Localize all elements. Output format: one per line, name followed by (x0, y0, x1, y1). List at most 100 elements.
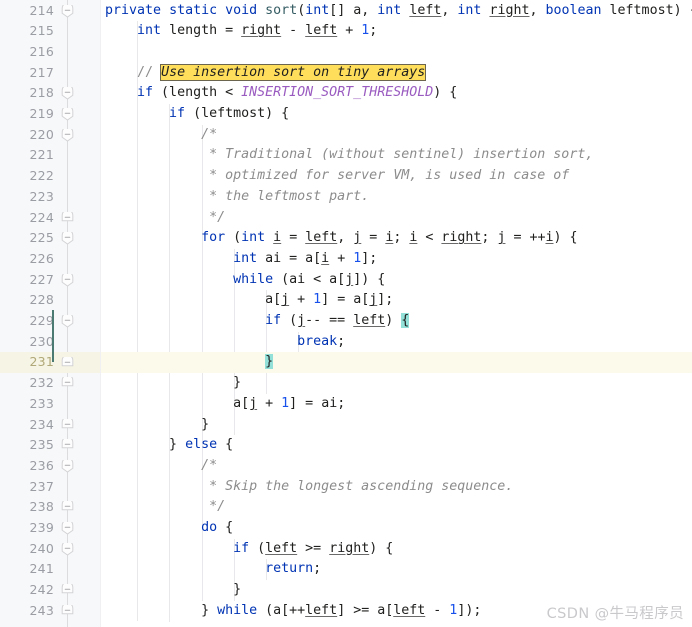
code-line-228[interactable]: a[j + 1] = a[j]; (105, 290, 393, 311)
line-number: 220 (29, 126, 54, 142)
gutter-line-237[interactable]: 237 (0, 477, 101, 498)
line-number: 234 (29, 416, 54, 432)
gutter-line-235[interactable]: 235 (0, 435, 101, 456)
code-line-231[interactable]: } (105, 352, 274, 373)
matching-brace-close: } (265, 354, 274, 370)
fold-collapse-icon[interactable] (61, 108, 74, 121)
gutter-line-222[interactable]: 222 (0, 166, 101, 187)
gutter-line-240[interactable]: 240 (0, 539, 101, 560)
gutter-line-225[interactable]: 225 (0, 228, 101, 249)
gutter-line-214[interactable]: 214 (0, 1, 101, 22)
code-line-223[interactable]: * the leftmost part. (105, 187, 369, 208)
code-line-233[interactable]: a[j + 1] = ai; (105, 394, 345, 415)
line-number: 215 (29, 23, 54, 39)
code-line-215[interactable]: int length = right - left + 1; (105, 21, 377, 42)
code-line-239[interactable]: do { (105, 518, 233, 539)
code-line-232[interactable]: } (105, 373, 241, 394)
code-line-241[interactable]: return; (105, 559, 321, 580)
gutter-line-219[interactable]: 219 (0, 104, 101, 125)
line-number: 223 (29, 188, 54, 204)
gutter-line-243[interactable]: 243 (0, 601, 101, 622)
gutter-line-228[interactable]: 228 (0, 290, 101, 311)
gutter-line-232[interactable]: 232 (0, 373, 101, 394)
fold-collapse-icon[interactable] (61, 542, 74, 556)
code-line-221[interactable]: * Traditional (without sentinel) inserti… (105, 145, 593, 166)
gutter-line-233[interactable]: 233 (0, 394, 101, 415)
code-line-218[interactable]: if (length < INSERTION_SORT_THRESHOLD) { (105, 83, 457, 104)
gutter-line-227[interactable]: 227 (0, 270, 101, 291)
code-line-238[interactable]: */ (105, 497, 225, 518)
gutter-line-239[interactable]: 239 (0, 518, 101, 539)
line-number: 242 (29, 582, 54, 598)
fold-expand-icon[interactable] (61, 211, 74, 225)
fold-collapse-icon[interactable] (61, 273, 74, 287)
fold-collapse-icon[interactable] (61, 4, 74, 18)
code-line-219[interactable]: if (leftmost) { (105, 104, 289, 125)
line-number: 227 (29, 271, 54, 287)
code-line-226[interactable]: int ai = a[i + 1]; (105, 249, 377, 270)
gutter-line-236[interactable]: 236 (0, 456, 101, 477)
code-line-225[interactable]: for (int i = left, j = i; i < right; j =… (105, 228, 577, 249)
code-line-222[interactable]: * optimized for server VM, is used in ca… (105, 166, 569, 187)
fold-collapse-icon[interactable] (61, 128, 74, 142)
gutter-line-218[interactable]: 218 (0, 83, 101, 104)
line-number: 237 (29, 478, 54, 494)
line-number: 216 (29, 43, 54, 59)
code-line-224[interactable]: */ (105, 208, 225, 229)
code-line-235[interactable]: } else { (105, 435, 233, 456)
matching-brace-open: { (401, 313, 410, 328)
gutter-line-234[interactable]: 234 (0, 415, 101, 436)
fold-collapse-icon[interactable] (61, 232, 74, 245)
fold-expand-icon[interactable] (61, 584, 74, 597)
gutter-line-223[interactable]: 223 (0, 187, 101, 208)
fold-expand-icon[interactable] (61, 501, 74, 514)
gutter-line-224[interactable]: 224 (0, 208, 101, 229)
fold-expand-icon[interactable] (61, 604, 74, 618)
csdn-watermark: CSDN @牛马程序员 (546, 606, 684, 622)
gutter-line-230[interactable]: 230 (0, 332, 101, 353)
fold-expand-icon[interactable] (61, 377, 74, 390)
gutter-line-242[interactable]: 242 (0, 580, 101, 601)
line-number: 222 (29, 168, 54, 184)
fold-collapse-icon[interactable] (61, 522, 74, 535)
code-line-214[interactable]: private static void sort(int[] a, int le… (105, 1, 692, 22)
line-number: 240 (29, 540, 54, 556)
gutter-line-215[interactable]: 215 (0, 21, 101, 42)
fold-expand-icon[interactable] (61, 356, 74, 370)
line-number: 236 (29, 457, 54, 473)
code-line-236[interactable]: /* (105, 456, 217, 477)
gutter-line-221[interactable]: 221 (0, 145, 101, 166)
code-line-227[interactable]: while (ai < a[j]) { (105, 270, 385, 291)
line-number: 231 (29, 354, 54, 370)
code-line-234[interactable]: } (105, 415, 209, 436)
code-line-217[interactable]: // Use insertion sort on tiny arrays (105, 63, 426, 84)
code-line-229[interactable]: if (j-- == left) { (105, 311, 410, 332)
code-line-230[interactable]: break; (105, 332, 345, 353)
gutter-line-229[interactable]: 229 (0, 311, 101, 332)
gutter-line-241[interactable]: 241 (0, 559, 101, 580)
code-line-240[interactable]: if (left >= right) { (105, 539, 393, 560)
code-editor-screenshot: 214 215 216 217 218 219 220 221 222 223 224 225 226 2… (0, 0, 692, 627)
gutter-line-220[interactable]: 220 (0, 125, 101, 146)
gutter-line-238[interactable]: 238 (0, 497, 101, 518)
code-line-237[interactable]: * Skip the longest ascending sequence. (105, 477, 513, 498)
gutter-line-217[interactable]: 217 (0, 63, 101, 84)
code-line-220[interactable]: /* (105, 125, 217, 146)
code-line-242[interactable]: } (105, 580, 241, 601)
fold-collapse-icon[interactable] (61, 87, 74, 101)
editor-gutter[interactable]: 214 215 216 217 218 219 220 221 222 223 224 225 226 2… (0, 0, 101, 627)
gutter-line-216[interactable]: 216 (0, 42, 101, 63)
line-number: 238 (29, 499, 54, 515)
fold-collapse-icon[interactable] (61, 460, 74, 473)
gutter-line-226[interactable]: 226 (0, 249, 101, 270)
vcs-change-marker[interactable] (52, 310, 54, 362)
line-number: 239 (29, 520, 54, 535)
fold-expand-icon[interactable] (61, 418, 74, 432)
fold-expand-icon[interactable] (61, 439, 74, 452)
gutter-line-231[interactable]: 231 (0, 352, 101, 374)
fold-collapse-icon[interactable] (61, 315, 74, 328)
line-number: 225 (29, 230, 54, 246)
line-number: 228 (29, 292, 54, 308)
code-line-243[interactable]: } while (a[++left] >= a[left - 1]); (105, 601, 481, 622)
editor-text-area[interactable]: private static void sort(int[] a, int le… (101, 0, 692, 627)
